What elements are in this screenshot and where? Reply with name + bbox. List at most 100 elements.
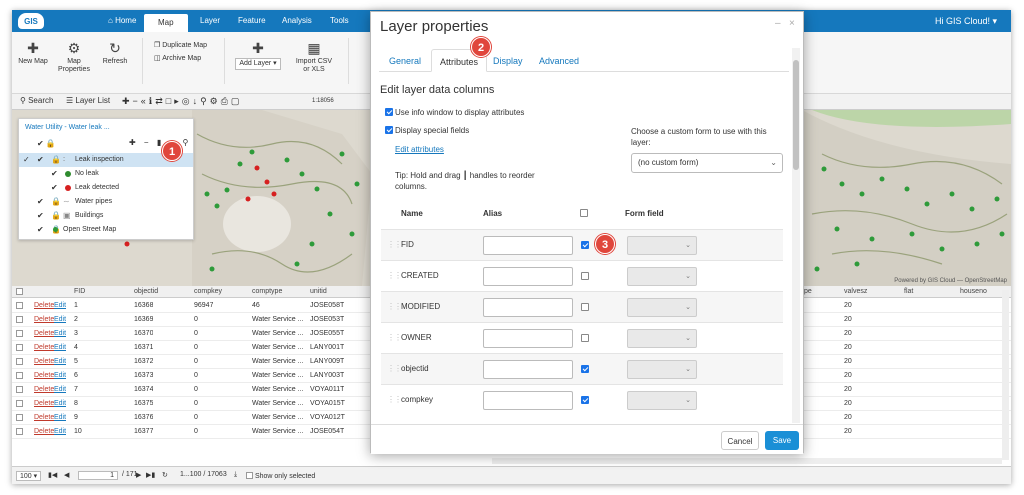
refresh-button[interactable]: ↻ Refresh bbox=[100, 40, 130, 66]
display-special-fields-checkbox[interactable] bbox=[385, 126, 393, 134]
expand-icon[interactable]: ✓ bbox=[23, 153, 30, 167]
tab-display[interactable]: Display bbox=[493, 56, 523, 66]
minimize-icon[interactable]: – bbox=[775, 18, 781, 29]
select-all-visible-checkbox[interactable] bbox=[580, 209, 588, 217]
delete-link[interactable]: Delete bbox=[34, 425, 54, 438]
nav-feature[interactable]: Feature bbox=[238, 16, 266, 25]
row-checkbox[interactable] bbox=[16, 302, 23, 309]
form-field-select[interactable]: ⌄ bbox=[627, 329, 697, 348]
layer-row-open-street-map[interactable]: ✔ 🔒 Open Street Map bbox=[19, 223, 193, 237]
table-horizontal-scrollbar[interactable] bbox=[492, 458, 1002, 464]
nav-tools[interactable]: Tools bbox=[330, 16, 349, 25]
delete-link[interactable]: Delete bbox=[34, 411, 54, 424]
visibility-checkbox[interactable]: ✔ bbox=[51, 181, 58, 195]
show-only-selected-checkbox[interactable] bbox=[246, 472, 253, 479]
nav-analysis[interactable]: Analysis bbox=[282, 16, 312, 25]
map-tools[interactable]: ✚−«ℹ⇄□▸◎↓⚲⚙⎙▢ bbox=[122, 96, 242, 107]
prev-page-button[interactable]: ◀ bbox=[64, 471, 69, 479]
visible-checkbox[interactable] bbox=[581, 365, 589, 373]
row-checkbox[interactable] bbox=[16, 414, 23, 421]
layer-list-button[interactable]: ☰ Layer List bbox=[66, 96, 110, 105]
search-button[interactable]: ⚲ Search bbox=[20, 96, 53, 105]
nav-map[interactable]: Map bbox=[144, 14, 188, 32]
edit-link[interactable]: Edit bbox=[54, 313, 66, 326]
use-info-window-option[interactable]: Use info window to display attributes bbox=[385, 108, 524, 117]
delete-link[interactable]: Delete bbox=[34, 355, 54, 368]
row-checkbox[interactable] bbox=[16, 330, 23, 337]
alias-input[interactable] bbox=[483, 391, 573, 410]
delete-link[interactable]: Delete bbox=[34, 313, 54, 326]
visible-checkbox[interactable] bbox=[581, 303, 589, 311]
use-info-window-checkbox[interactable] bbox=[385, 108, 393, 116]
layer-row-buildings[interactable]: ✔ 🔒 ▣ Buildings bbox=[19, 209, 193, 223]
edit-link[interactable]: Edit bbox=[54, 327, 66, 340]
visible-checkbox[interactable] bbox=[581, 334, 589, 342]
edit-link[interactable]: Edit bbox=[54, 425, 66, 438]
alias-input[interactable] bbox=[483, 236, 573, 255]
map-properties-button[interactable]: ⚙ Map Properties bbox=[56, 40, 92, 74]
next-page-button[interactable]: ▶ bbox=[136, 471, 141, 479]
new-map-button[interactable]: ✚ New Map bbox=[18, 40, 48, 66]
archive-map-button[interactable]: ◫ Archive Map bbox=[154, 54, 201, 62]
form-field-select[interactable]: ⌄ bbox=[627, 236, 697, 255]
layer-row-water-pipes[interactable]: ✔ 🔒 ∼ Water pipes bbox=[19, 195, 193, 209]
form-field-select[interactable]: ⌄ bbox=[627, 360, 697, 379]
visibility-checkbox[interactable]: ✔ bbox=[37, 153, 44, 167]
refresh-icon[interactable]: ↻ bbox=[162, 471, 168, 479]
delete-link[interactable]: Delete bbox=[34, 299, 54, 312]
save-button[interactable]: Save bbox=[765, 431, 799, 450]
edit-link[interactable]: Edit bbox=[54, 397, 66, 410]
row-checkbox[interactable] bbox=[16, 428, 23, 435]
delete-link[interactable]: Delete bbox=[34, 397, 54, 410]
first-page-button[interactable]: ▮◀ bbox=[48, 471, 57, 479]
row-checkbox[interactable] bbox=[16, 372, 23, 379]
user-menu[interactable]: Hi GIS Cloud! ▾ bbox=[935, 16, 997, 27]
alias-input[interactable] bbox=[483, 329, 573, 348]
tab-advanced[interactable]: Advanced bbox=[539, 56, 579, 66]
visibility-checkbox[interactable]: ✔ bbox=[51, 167, 58, 181]
visible-checkbox[interactable] bbox=[581, 272, 589, 280]
visible-checkbox[interactable] bbox=[581, 396, 589, 404]
visible-checkbox[interactable] bbox=[581, 241, 589, 249]
duplicate-map-button[interactable]: ❐ Duplicate Map bbox=[154, 41, 207, 49]
row-checkbox[interactable] bbox=[16, 344, 23, 351]
visibility-checkbox[interactable]: ✔ bbox=[37, 195, 44, 209]
custom-form-select[interactable]: (no custom form) ⌄ bbox=[631, 153, 783, 173]
edit-link[interactable]: Edit bbox=[54, 411, 66, 424]
lock-icon[interactable]: 🔒 bbox=[51, 153, 61, 167]
delete-link[interactable]: Delete bbox=[34, 327, 54, 340]
drag-handle-icon[interactable]: ⋮⋮ bbox=[387, 395, 402, 404]
drag-handle-icon[interactable]: ⋮⋮ bbox=[387, 364, 402, 373]
alias-input[interactable] bbox=[483, 298, 573, 317]
import-csv-button[interactable]: ▦ Import CSV or XLS bbox=[294, 40, 334, 74]
drag-handle-icon[interactable]: ⋮⋮ bbox=[387, 302, 402, 311]
delete-link[interactable]: Delete bbox=[34, 341, 54, 354]
layer-panel-tools[interactable]: ✚ − ▮ ● ⚲ bbox=[129, 138, 191, 147]
edit-link[interactable]: Edit bbox=[54, 383, 66, 396]
layer-row-no-leak[interactable]: ✔ No leak bbox=[19, 167, 193, 181]
scrollbar-thumb[interactable] bbox=[793, 60, 799, 170]
table-vertical-scrollbar[interactable] bbox=[1002, 290, 1009, 460]
dialog-scrollbar[interactable] bbox=[792, 48, 800, 423]
drag-handle-icon[interactable]: ⋮⋮ bbox=[387, 240, 402, 249]
delete-link[interactable]: Delete bbox=[34, 369, 54, 382]
row-checkbox[interactable] bbox=[16, 358, 23, 365]
form-field-select[interactable]: ⌄ bbox=[627, 391, 697, 410]
edit-link[interactable]: Edit bbox=[54, 355, 66, 368]
layer-row-leak-detected[interactable]: ✔ Leak detected bbox=[19, 181, 193, 195]
tab-general[interactable]: General bbox=[389, 56, 421, 66]
page-input[interactable]: 1 bbox=[78, 471, 118, 480]
edit-attributes-link[interactable]: Edit attributes bbox=[395, 145, 444, 154]
form-field-select[interactable]: ⌄ bbox=[627, 267, 697, 286]
visibility-checkbox[interactable]: ✔ bbox=[37, 209, 44, 223]
row-checkbox[interactable] bbox=[16, 386, 23, 393]
close-icon[interactable]: × bbox=[789, 18, 795, 29]
nav-home[interactable]: ⌂ Home bbox=[108, 16, 136, 25]
nav-layer[interactable]: Layer bbox=[200, 16, 220, 25]
cancel-button[interactable]: Cancel bbox=[721, 431, 759, 450]
page-size-select[interactable]: 100 ▾ bbox=[16, 471, 42, 481]
column-visible-header[interactable] bbox=[580, 209, 590, 218]
row-checkbox[interactable] bbox=[16, 316, 23, 323]
edit-link[interactable]: Edit bbox=[54, 299, 66, 312]
alias-input[interactable] bbox=[483, 360, 573, 379]
